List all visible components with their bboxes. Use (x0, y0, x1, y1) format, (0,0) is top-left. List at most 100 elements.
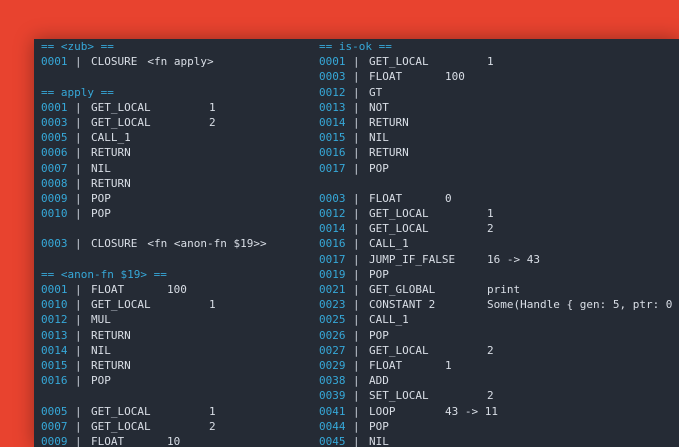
separator: | (353, 313, 360, 327)
separator: | (353, 237, 360, 251)
instruction-line: 0010 | POP (41, 206, 267, 221)
opcode: JUMP_IF_FALSE (369, 252, 456, 266)
instruction-line: 0001 | CLOSURE <fn apply> (41, 54, 267, 69)
separator: | (353, 131, 360, 145)
operand: 1 (487, 55, 494, 69)
separator: | (75, 176, 82, 190)
opcode: GET_LOCAL (369, 222, 429, 236)
instruction-line: 0016 | RETURN (319, 145, 672, 160)
opcode: CALL_1 (369, 313, 409, 327)
separator: | (75, 207, 82, 221)
separator: | (353, 358, 360, 372)
instruction-line: 0023 | CONSTANT 2 Some(Handle { gen: 5, ptr… (319, 297, 672, 312)
instruction-line: 0007 | GET_LOCAL 2 (41, 419, 267, 434)
instruction-line: 0003 | FLOAT 100 (319, 69, 672, 84)
separator: | (75, 131, 82, 145)
separator: | (353, 146, 360, 160)
opcode: SET_LOCAL (369, 389, 429, 403)
operand: 2 (487, 343, 494, 357)
instruction-line: 0007 | NIL (41, 161, 267, 176)
opcode: NIL (369, 131, 389, 145)
byte-offset: 0007 (41, 161, 68, 175)
opcode: RETURN (91, 146, 131, 160)
instruction-line: 0039 | SET_LOCAL 2 (319, 388, 672, 403)
byte-offset: 0012 (319, 207, 346, 221)
opcode: POP (369, 419, 389, 433)
opcode: RETURN (91, 328, 131, 342)
byte-offset: 0009 (41, 191, 68, 205)
instruction-line: 0003 | FLOAT 0 (319, 191, 672, 206)
byte-offset: 0016 (41, 374, 68, 388)
opcode: POP (91, 191, 111, 205)
opcode: RETURN (91, 358, 131, 372)
byte-offset: 0014 (319, 115, 346, 129)
instruction-line: 0009 | FLOAT 10 (41, 434, 267, 447)
separator: | (353, 419, 360, 433)
instruction-line: 0019 | POP (319, 267, 672, 282)
byte-offset: 0014 (319, 222, 346, 236)
operand: 2 (209, 419, 216, 433)
instruction-line: 0005 | GET_LOCAL 1 (41, 404, 267, 419)
operand: 1 (209, 404, 216, 418)
separator: | (75, 191, 82, 205)
byte-offset: 0039 (319, 389, 346, 403)
separator: | (75, 374, 82, 388)
separator: | (353, 267, 360, 281)
separator: | (75, 298, 82, 312)
opcode: CONSTANT 2 (369, 298, 436, 312)
byte-offset: 0038 (319, 374, 346, 388)
instruction-line: 0026 | POP (319, 328, 672, 343)
opcode: POP (91, 374, 111, 388)
chunk-header: == <zub> == (41, 40, 114, 53)
operand: 1 (209, 298, 216, 312)
byte-offset: 0025 (319, 313, 346, 327)
byte-offset: 0005 (41, 404, 68, 418)
instruction-line: 0025 | CALL_1 (319, 312, 672, 327)
opcode: GET_LOCAL (91, 298, 151, 312)
instruction-line: 0014 | RETURN (319, 115, 672, 130)
separator: | (353, 404, 360, 418)
chunk-header: == apply == (41, 85, 114, 99)
instruction-line: 0001 | FLOAT 100 (41, 282, 267, 297)
separator: | (353, 191, 360, 205)
disassembly-right-column: == is-ok == 0001 | GET_LOCAL 1 0003 | FLOAT 100 0… (319, 39, 672, 447)
byte-offset: 0007 (41, 419, 68, 433)
byte-offset: 0006 (41, 146, 68, 160)
opcode: GET_LOCAL (369, 343, 429, 357)
byte-offset: 0008 (41, 176, 68, 190)
byte-offset: 0044 (319, 419, 346, 433)
separator: | (75, 404, 82, 418)
opcode: RETURN (91, 176, 131, 190)
instruction-line: 0044 | POP (319, 419, 672, 434)
separator: | (75, 100, 82, 114)
byte-offset: 0019 (319, 267, 346, 281)
operand: 100 (167, 283, 187, 296)
byte-offset: 0005 (41, 131, 68, 145)
byte-offset: 0009 (41, 434, 68, 447)
separator: | (353, 222, 360, 236)
opcode: CLOSURE (91, 55, 138, 69)
opcode: POP (369, 328, 389, 342)
opcode: POP (91, 207, 111, 221)
instruction-line: 0045 | NIL (319, 434, 672, 447)
operand: 2 (487, 222, 494, 236)
instruction-line: 0014 | NIL (41, 343, 267, 358)
instruction-line: 0001 | GET_LOCAL 1 (41, 100, 267, 115)
byte-offset: 0003 (319, 191, 346, 205)
separator: | (75, 283, 82, 296)
separator: | (353, 161, 360, 175)
byte-offset: 0013 (41, 328, 68, 342)
instruction-line: 0009 | POP (41, 191, 267, 206)
byte-offset: 0016 (319, 146, 346, 160)
instruction-line: 0015 | NIL (319, 130, 672, 145)
terminal-window: == <zub> == 0001 | CLOSURE <fn apply> == appl… (34, 39, 679, 447)
separator: | (75, 313, 82, 327)
opcode: CLOSURE (91, 237, 138, 251)
byte-offset: 0027 (319, 343, 346, 357)
operand: <fn <anon-fn $19>> (147, 237, 267, 251)
operand: 43 -> 11 (445, 404, 498, 418)
opcode: POP (369, 161, 389, 175)
